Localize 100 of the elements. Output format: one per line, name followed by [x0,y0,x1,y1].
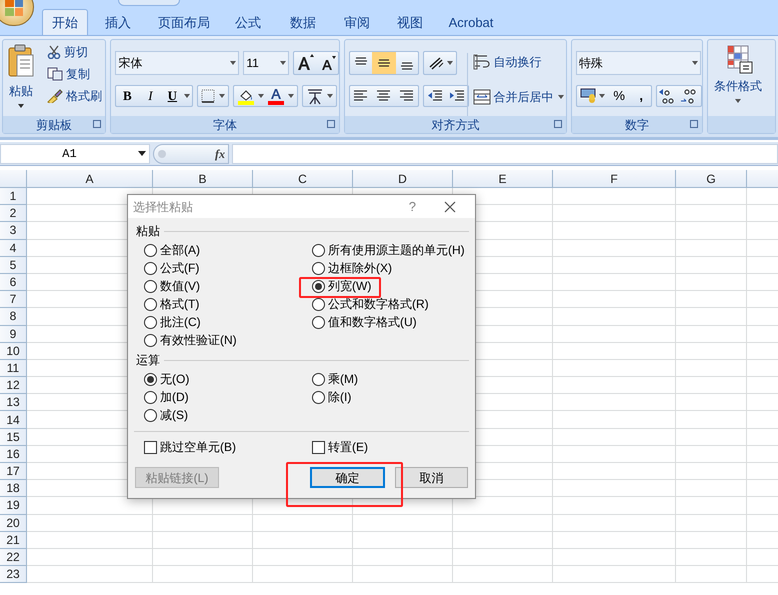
font-color-icon[interactable] [267,87,286,105]
caret-icon[interactable] [219,94,226,98]
row-header[interactable]: 7 [10,293,16,306]
increase-indent-icon[interactable] [448,89,465,103]
option-label[interactable]: 列宽(W) [328,277,372,295]
radio-button[interactable] [312,262,325,274]
name-box[interactable]: A1 [0,144,150,164]
option-label[interactable]: 无(O) [160,370,190,388]
sheet-cell[interactable] [27,514,153,532]
sheet-cell[interactable] [553,532,676,549]
close-icon[interactable] [444,200,456,212]
radio-button[interactable] [144,408,157,422]
paste-button[interactable]: 粘贴 [9,82,33,100]
option-label[interactable]: 除(I) [328,388,352,406]
radio-button[interactable] [144,390,157,404]
sheet-cell[interactable] [553,188,676,206]
conditional-format-button[interactable]: 条件格式 [714,77,762,95]
sheet-cell[interactable] [553,480,676,498]
align-center-icon[interactable] [376,89,392,103]
comma-button[interactable]: , [631,86,652,106]
option-label[interactable]: 格式(T) [160,295,200,313]
sheet-cell[interactable] [676,411,747,429]
sheet-cell[interactable] [453,532,553,549]
sheet-cell[interactable] [553,291,676,308]
option-label[interactable]: 减(S) [160,406,188,424]
sheet-cell[interactable] [453,548,553,566]
radio-button[interactable] [312,244,325,256]
sheet-cell[interactable] [27,548,153,566]
row-header[interactable]: 6 [10,276,16,288]
row-header[interactable]: 1 [10,190,16,202]
sheet-cell[interactable] [153,548,253,566]
radio-button[interactable] [312,390,325,404]
decrease-indent-icon[interactable] [426,89,443,103]
row-header[interactable]: 9 [10,328,16,340]
radio-button[interactable] [312,372,325,386]
caret-icon[interactable] [138,151,146,156]
sheet-cell[interactable] [676,548,747,566]
sheet-cell[interactable] [676,222,747,240]
sheet-cell[interactable] [27,532,153,549]
sheet-cell[interactable] [676,188,747,206]
italic-button[interactable]: I [138,86,162,106]
row-header[interactable]: 2 [10,207,16,220]
sheet-cell[interactable] [553,308,676,326]
option-label[interactable]: 乘(M) [328,370,358,388]
option-label[interactable]: 加(D) [160,388,189,406]
cut-button[interactable]: 剪切 [64,43,88,61]
checkbox[interactable] [144,440,157,454]
sheet-cell[interactable] [253,566,353,584]
sheet-cell[interactable] [553,326,676,343]
merge-center-button[interactable]: 合并后居中 [494,88,554,106]
sheet-cell[interactable] [353,532,453,549]
ribbon-tab[interactable]: 插入 [88,11,148,35]
sheet-cell[interactable] [553,274,676,292]
option-label[interactable]: 边框除外(X) [328,259,392,277]
row-header[interactable]: 4 [10,242,16,254]
dialog-launcher-icon[interactable] [554,120,562,128]
underline-button[interactable]: U [162,86,182,106]
sheet-cell[interactable] [553,240,676,257]
column-header[interactable]: G [706,170,716,188]
sheet-cell[interactable] [553,566,676,584]
dialog-button[interactable]: 确定 [310,467,385,488]
radio-button[interactable] [144,262,157,274]
sheet-cell[interactable] [676,205,747,222]
sheet-cell[interactable] [553,205,676,222]
sheet-cell[interactable] [253,548,353,566]
wrap-text-button[interactable]: 自动换行 [494,53,542,71]
align-right-icon[interactable] [398,89,415,103]
sheet-cell[interactable] [253,532,353,549]
sheet-cell[interactable] [676,514,747,532]
formula-input[interactable] [232,144,778,164]
sheet-cell[interactable] [553,411,676,429]
sheet-cell[interactable] [553,360,676,378]
sheet-cell[interactable] [676,394,747,412]
number-format-dropdown[interactable]: 特殊 [576,51,702,75]
sheet-cell[interactable] [676,360,747,378]
sheet-cell[interactable] [676,240,747,257]
sheet-cell[interactable] [676,463,747,480]
option-label[interactable]: 公式(F) [160,259,200,277]
radio-button[interactable] [144,298,157,310]
radio-button[interactable] [312,316,325,328]
sheet-cell[interactable] [676,566,747,584]
sheet-cell[interactable] [553,514,676,532]
sheet-cell[interactable] [553,256,676,274]
caret-icon[interactable] [18,104,24,108]
format-painter-button[interactable]: 格式刷 [66,87,102,105]
radio-button[interactable] [312,298,325,310]
sheet-cell[interactable] [553,394,676,412]
sheet-cell[interactable] [353,548,453,566]
sheet-cell[interactable] [676,532,747,549]
radio-button[interactable] [144,316,157,328]
caret-icon[interactable] [735,99,742,103]
option-label[interactable]: 有效性验证(N) [160,331,237,349]
font-name-dropdown[interactable]: 宋体 [115,51,240,75]
dialog-button[interactable]: 取消 [395,467,468,488]
sheet-cell[interactable] [253,514,353,532]
option-label[interactable]: 值和数字格式(U) [328,313,417,331]
caret-icon[interactable] [556,95,565,99]
ribbon-tab[interactable]: 审阅 [330,11,384,35]
bold-button[interactable]: B [116,86,138,106]
insert-function-button[interactable]: fx [215,144,225,162]
